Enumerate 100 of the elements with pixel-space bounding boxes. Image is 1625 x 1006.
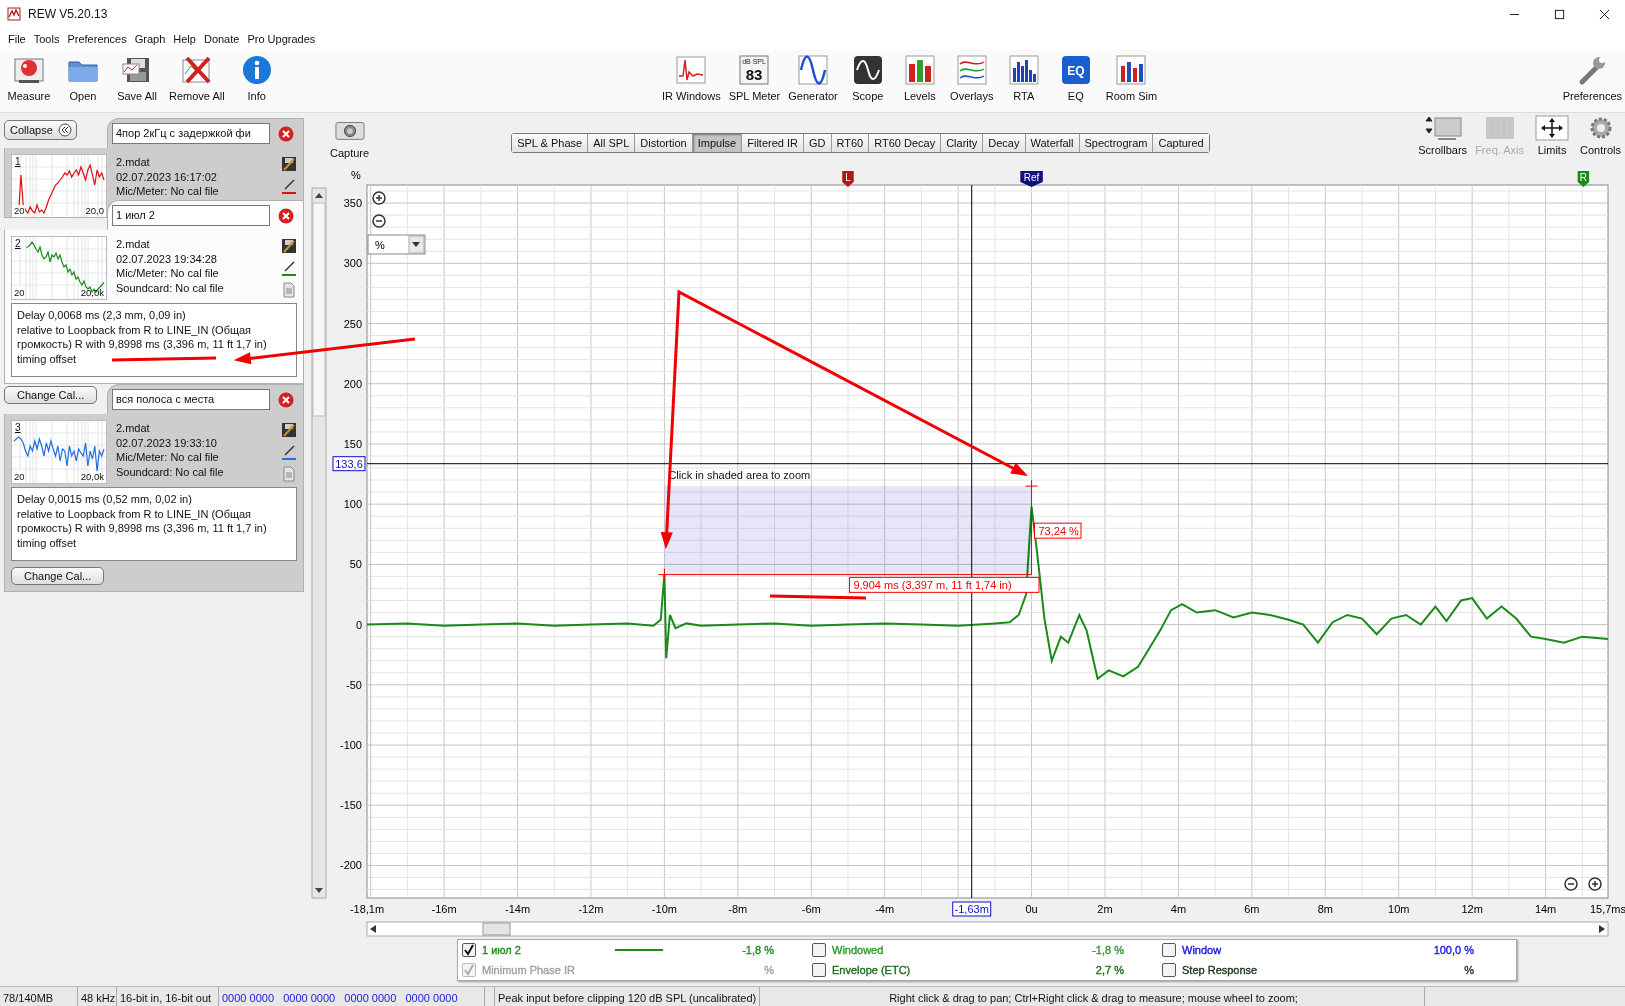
toolbar-button[interactable]: Measure: [4, 50, 54, 102]
toolbar-button[interactable]: Overlays: [946, 50, 997, 102]
collapse-button[interactable]: Collapse: [4, 120, 77, 140]
zoom-in-button[interactable]: [1588, 877, 1602, 891]
measurement-tab[interactable]: 4пор 2кГц с задержкой фи: [107, 118, 304, 148]
vertical-scrollbar[interactable]: [311, 187, 327, 899]
menu-item[interactable]: Preferences: [63, 33, 131, 45]
name-field[interactable]: вся полоса с места: [112, 389, 270, 410]
mic-cal-info: Mic/Meter: No cal file: [116, 267, 220, 280]
bar-chart-icon: [1115, 54, 1148, 86]
cursor-marker[interactable]: Ref: [1020, 171, 1043, 187]
toolbar-button[interactable]: Preferences: [1559, 50, 1625, 102]
graph-tab[interactable]: Waterfall: [1025, 134, 1080, 152]
legend-value: 2,7 %: [1095, 964, 1124, 976]
name-field[interactable]: 1 июл 2: [112, 205, 270, 226]
eq-icon: EQ: [1059, 54, 1092, 86]
toolbar-button[interactable]: Room Sim: [1102, 50, 1161, 102]
menu-item[interactable]: Graph: [130, 33, 170, 45]
status-text: Peak input before clipping 120 dB SPL (uncalibrated): [498, 991, 757, 1004]
close-icon[interactable]: [278, 125, 294, 142]
toolbar-button[interactable]: Levels: [894, 50, 945, 102]
pen-icon[interactable]: [281, 444, 297, 460]
toolbar-button[interactable]: RTA: [998, 50, 1049, 102]
close-icon[interactable]: [278, 391, 294, 408]
cursor-marker[interactable]: R: [1577, 171, 1590, 187]
measurement-date: 02.07.2023 19:34:28: [116, 252, 218, 266]
pen-icon[interactable]: [281, 260, 297, 276]
toolbar-button[interactable]: Open: [58, 50, 108, 102]
menu-item[interactable]: File: [4, 33, 30, 45]
horizontal-scrollbar[interactable]: [366, 921, 1609, 937]
y-tick-label: 300: [343, 257, 362, 270]
graph-tab[interactable]: SPL & Phase: [512, 134, 589, 152]
close-button[interactable]: [1599, 8, 1610, 20]
response-thumbnail[interactable]: 1 20 20,0: [11, 154, 107, 217]
zoom-out-button[interactable]: [372, 214, 386, 228]
graph-tab[interactable]: Decay: [983, 134, 1026, 152]
graph-tab[interactable]: RT60 Decay: [869, 134, 942, 152]
zoom-area[interactable]: [664, 486, 1032, 575]
name-field[interactable]: 4пор 2кГц с задержкой фи: [112, 123, 270, 144]
menu-item[interactable]: Tools: [29, 33, 64, 45]
x-tick-label: 8m: [1317, 903, 1333, 915]
response-thumbnail[interactable]: 2 20 20,0k: [11, 236, 107, 300]
response-thumbnail[interactable]: 3 20 20,0k: [11, 420, 107, 484]
graph-tool-button[interactable]: Limits: [1530, 113, 1575, 156]
measurement-number: 1: [15, 156, 21, 167]
file-name: 2.mdat: [116, 238, 151, 251]
menu-item[interactable]: Help: [169, 33, 200, 45]
graph-tab[interactable]: All SPL: [588, 134, 636, 152]
legend-label: Envelope (ETC): [832, 964, 911, 976]
checkbox[interactable]: [1162, 963, 1176, 977]
toolbar-button[interactable]: Remove All: [166, 50, 228, 102]
graph-tool-button[interactable]: Controls: [1578, 113, 1623, 156]
capture-button[interactable]: Capture: [330, 113, 370, 159]
cursor-marker[interactable]: L: [842, 171, 854, 187]
unit-dropdown[interactable]: %: [367, 234, 426, 255]
camera-icon: [334, 119, 365, 141]
toolbar-button[interactable]: EQ EQ: [1050, 50, 1101, 102]
graph-tab[interactable]: RT60: [831, 134, 870, 152]
graph-tab[interactable]: Spectrogram: [1079, 134, 1154, 152]
measurement-tab[interactable]: вся полоса с места: [107, 384, 304, 414]
graph-tab[interactable]: GD: [804, 134, 832, 152]
y-tick-label: 50: [349, 558, 362, 571]
change-cal-button[interactable]: Change Cal...: [4, 386, 98, 404]
measurement-tab[interactable]: 1 июл 2: [107, 200, 304, 230]
graph-tab[interactable]: Captured: [1153, 134, 1209, 152]
graph-tab[interactable]: Impulse: [692, 134, 743, 152]
legend-value: 100,0 %: [1433, 944, 1474, 956]
save-icon[interactable]: [281, 238, 297, 254]
zoom-in-button[interactable]: [372, 191, 386, 205]
checkbox[interactable]: [812, 963, 826, 977]
checkbox[interactable]: [812, 943, 826, 957]
pen-icon[interactable]: [281, 178, 297, 194]
x-tick-label: -4m: [875, 903, 895, 915]
toolbar-button[interactable]: Save All: [112, 50, 162, 102]
checkbox[interactable]: [462, 943, 476, 957]
save-icon[interactable]: [281, 422, 297, 438]
graph-tab[interactable]: Filtered IR: [742, 134, 804, 152]
x-tick-label: -14m: [505, 903, 531, 915]
toolbar-button[interactable]: IR Windows: [659, 50, 724, 102]
graph-tab[interactable]: Distortion: [635, 134, 693, 152]
y-tick-label: 350: [343, 197, 362, 210]
close-icon[interactable]: [278, 207, 294, 224]
impulse-icon: [675, 54, 708, 86]
soundcard-cal-info: Soundcard: No cal file: [116, 465, 225, 479]
axis-label: 20: [14, 471, 25, 482]
save-icon[interactable]: [281, 156, 297, 172]
measurement-date: 02.07.2023 16:17:02: [116, 170, 218, 184]
menu-item[interactable]: Donate: [199, 33, 244, 45]
graph-tab[interactable]: Clarity: [941, 134, 984, 152]
checkbox[interactable]: [1162, 943, 1176, 957]
toolbar-button[interactable]: Info: [231, 50, 282, 102]
toolbar-button[interactable]: Generator: [785, 50, 841, 102]
graph-tool-button[interactable]: Scrollbars: [1416, 113, 1470, 156]
legend-label: Minimum Phase IR: [482, 964, 575, 976]
change-cal-button[interactable]: Change Cal...: [11, 567, 105, 585]
toolbar-button[interactable]: Scope: [842, 50, 893, 102]
maximize-button[interactable]: [1554, 8, 1565, 20]
menu-item[interactable]: Pro Upgrades: [243, 33, 320, 45]
zoom-out-button[interactable]: [1564, 877, 1578, 891]
info-icon: [240, 54, 273, 86]
